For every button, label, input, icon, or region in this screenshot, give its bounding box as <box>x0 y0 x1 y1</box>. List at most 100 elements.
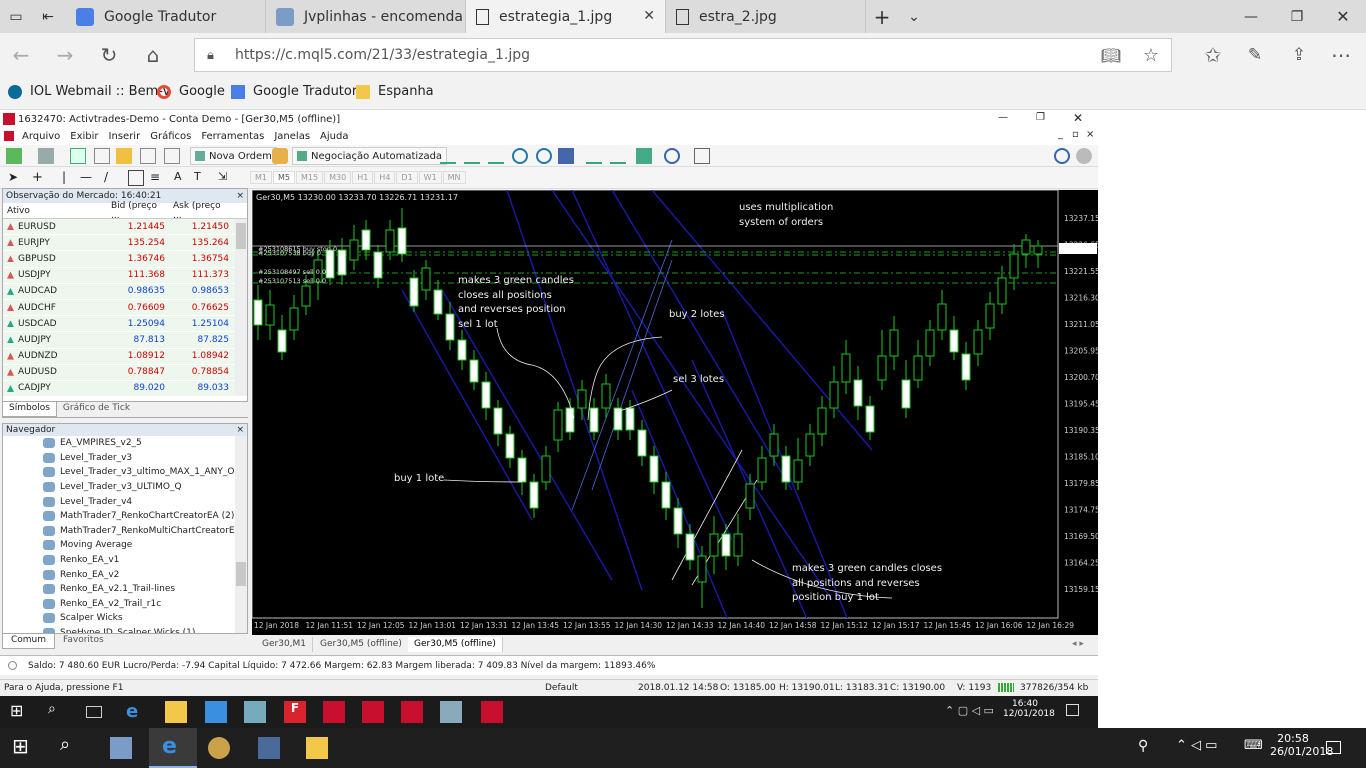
menu-inserir[interactable]: Inserir <box>109 131 141 142</box>
share-icon[interactable]: ⇪ <box>1284 41 1314 69</box>
edge-icon[interactable]: e <box>126 701 148 723</box>
navigator-item[interactable]: Level_Trader_v3_ULTIMO_Q <box>3 480 247 495</box>
child-restore-icon[interactable]: ▫ <box>1072 129 1079 140</box>
navigator-item[interactable]: Renko_EA_v2.1_Trail-lines <box>3 582 247 597</box>
text-label-icon[interactable]: T <box>194 170 210 186</box>
navigator-item[interactable]: MathTrader7_RenkoChartCreatorEA (2) <box>3 509 247 524</box>
navigator-item[interactable]: Renko_EA_v2_Trail_r1c <box>3 597 247 612</box>
fibonacci-icon[interactable]: ≡ <box>150 170 166 186</box>
indicators-icon[interactable] <box>636 148 652 164</box>
new-chart-icon[interactable] <box>6 148 22 164</box>
scroll-thumb[interactable] <box>236 562 246 586</box>
periods-icon[interactable] <box>664 148 680 164</box>
navigator-scrollbar[interactable] <box>235 436 247 634</box>
task-view-icon[interactable] <box>86 706 102 718</box>
market-watch-scrollbar[interactable] <box>235 219 247 395</box>
timeframe-m30[interactable]: M30 <box>324 171 352 184</box>
chart-tab-m5-offline-2[interactable]: Ger30,M5 (offline) <box>408 637 503 652</box>
store-icon[interactable] <box>205 701 227 723</box>
mt4-minimize-icon[interactable]: — <box>998 112 1008 123</box>
line-chart-icon[interactable] <box>488 148 504 164</box>
timeframe-h4[interactable]: H4 <box>374 171 396 184</box>
mt4-close-icon[interactable]: ✕ <box>1073 111 1083 125</box>
vertical-line-icon[interactable]: | <box>62 170 78 186</box>
market-row[interactable]: EURUSD 1.21445 1.21450 <box>3 219 247 236</box>
maximize-icon[interactable]: ❐ <box>1274 0 1320 33</box>
set-aside-tabs-icon[interactable]: ⇤ <box>32 0 64 33</box>
reading-view-icon[interactable]: 📖︎ <box>1101 46 1121 65</box>
arrows-icon[interactable]: ⇲ <box>218 170 234 186</box>
app-icon[interactable] <box>244 701 266 723</box>
language-icon[interactable]: ⌨ <box>1244 738 1263 753</box>
data-window-icon[interactable] <box>94 148 110 164</box>
market-row[interactable]: AUDJPY 87.813 87.825 <box>3 332 247 349</box>
col-ativo[interactable]: Ativo <box>3 206 107 216</box>
pen-icon[interactable]: ✎ <box>1240 41 1270 69</box>
app-icon[interactable] <box>440 701 462 723</box>
timeframe-d1[interactable]: D1 <box>396 171 418 184</box>
crosshair-icon[interactable]: + <box>32 170 48 186</box>
chart-canvas[interactable]: uses multiplication system of orders makes… <box>251 189 1098 635</box>
tab-jvplinhas[interactable]: Jvplinhas - encomenda para <box>266 0 466 33</box>
menu-ajuda[interactable]: Ajuda <box>320 131 348 142</box>
search-icon[interactable]: ⌕ <box>48 701 70 723</box>
chart-tab-m1[interactable]: Ger30,M1 <box>256 637 314 652</box>
timeframe-m1[interactable]: M1 <box>250 171 272 184</box>
favorites-hub-icon[interactable]: ✩ <box>1198 41 1228 69</box>
tray-icons[interactable]: ⌃ ▢ ◁ ▭ <box>945 704 994 717</box>
timeframe-h1[interactable]: H1 <box>352 171 374 184</box>
back-icon[interactable]: ← <box>6 41 36 69</box>
favorite-iol[interactable]: IOL Webmail :: Bem-v <box>8 84 170 99</box>
close-window-icon[interactable]: ✕ <box>1320 0 1366 33</box>
favorite-espanha[interactable]: Espanha <box>356 84 434 99</box>
channel-icon[interactable] <box>128 170 144 186</box>
navigator-item[interactable]: Level_Trader_v4 <box>3 494 247 509</box>
tab-estra-2[interactable]: estra_2.jpg <box>666 0 866 33</box>
navigator-item[interactable]: Moving Average <box>3 538 247 553</box>
scanner-icon[interactable] <box>258 737 280 759</box>
star-icon[interactable]: ☆ <box>1143 45 1159 66</box>
activtrades-icon[interactable] <box>362 701 384 723</box>
negociacao-automatizada-button[interactable]: Negociação Automatizada <box>292 147 448 165</box>
tab-estrategia-1[interactable]: estrategia_1.jpg ✕ <box>466 0 666 33</box>
chart-shift-icon[interactable] <box>586 148 602 164</box>
close-panel-icon[interactable]: × <box>236 424 244 436</box>
inner-clock[interactable]: 16:40 12/01/2018 <box>1003 699 1055 719</box>
tab-favoritos[interactable]: Favoritos <box>55 634 112 649</box>
tab-grafico-tick[interactable]: Gráfico de Tick <box>57 402 136 417</box>
menu-graficos[interactable]: Gráficos <box>150 131 191 142</box>
market-row[interactable]: CADJPY 89.020 89.033 <box>3 380 247 398</box>
market-row[interactable]: USDJPY 111.368 111.373 <box>3 267 247 284</box>
zoom-in-icon[interactable] <box>512 148 528 164</box>
tester-icon[interactable] <box>164 148 180 164</box>
col-ask[interactable]: Ask (preço ... <box>169 201 233 221</box>
favorite-google-tradutor[interactable]: Google Tradutor <box>231 84 357 99</box>
tray-icons[interactable]: ⌃ ◁ ▭ <box>1176 738 1217 753</box>
timeframe-m15[interactable]: M15 <box>296 171 324 184</box>
menu-janelas[interactable]: Janelas <box>274 131 310 142</box>
market-row[interactable]: AUDCAD 0.98635 0.98653 <box>3 283 247 300</box>
tab-simbolos[interactable]: Símbolos <box>2 402 57 417</box>
navigator-item[interactable]: Renko_EA_v2 <box>3 567 247 582</box>
market-row[interactable]: USDCAD 1.25094 1.25104 <box>3 316 247 333</box>
market-row[interactable]: EURJPY 135.254 135.264 <box>3 235 247 252</box>
windows-start-icon[interactable]: ⊞ <box>12 734 34 758</box>
metaeditor-icon[interactable] <box>272 148 288 164</box>
forward-icon[interactable]: → <box>50 41 80 69</box>
market-row[interactable]: AUDCHF 0.76609 0.76625 <box>3 299 247 317</box>
market-row[interactable]: AUDUSD 0.78847 0.78854 <box>3 364 247 381</box>
candlestick-icon[interactable] <box>464 148 480 164</box>
navigator-item[interactable]: Level_Trader_v3_ultimo_MAX_1_ANY_OR <box>3 465 247 480</box>
timeframe-w1[interactable]: W1 <box>418 171 442 184</box>
navigator-item[interactable]: Level_Trader_v3 <box>3 451 247 466</box>
home-icon[interactable]: ⌂ <box>138 41 168 69</box>
folder-icon[interactable] <box>165 701 187 723</box>
tab-scroll-arrows[interactable]: ◂ ▸ <box>1072 639 1084 649</box>
menu-ferramentas[interactable]: Ferramentas <box>201 131 264 142</box>
market-row[interactable]: GBPUSD 1.36746 1.36754 <box>3 251 247 268</box>
child-minimize-icon[interactable]: _ <box>1058 129 1063 140</box>
tile-windows-icon[interactable] <box>558 148 574 164</box>
navigator-icon[interactable] <box>116 148 132 164</box>
tab-preview-icon[interactable]: ▭ <box>0 0 32 33</box>
navigator-item[interactable]: Renko_EA_v1 <box>3 553 247 568</box>
